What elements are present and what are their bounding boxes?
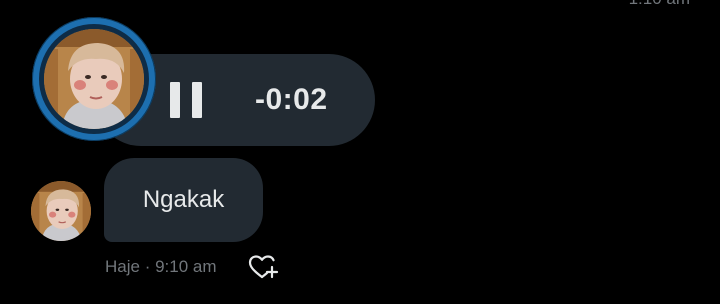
sender-name: Haje	[105, 257, 140, 276]
text-message-bubble[interactable]: Ngakak	[104, 158, 263, 242]
avatar[interactable]	[44, 29, 144, 129]
avatar[interactable]	[31, 181, 91, 241]
meta-separator: ·	[139, 257, 156, 276]
voice-time-remaining: -0:02	[255, 83, 328, 116]
message-text: Ngakak	[142, 186, 225, 213]
message-meta: Haje · 9:10 am	[105, 256, 217, 278]
speaking-avatar-ring	[32, 17, 156, 141]
message-time: 9:10 am	[155, 257, 217, 276]
pause-icon[interactable]	[170, 82, 204, 118]
dm-conversation: 1:10 am -0:02	[0, 0, 720, 304]
heart-add-icon[interactable]	[248, 254, 280, 280]
previous-message-timestamp: 1:10 am	[629, 0, 690, 9]
